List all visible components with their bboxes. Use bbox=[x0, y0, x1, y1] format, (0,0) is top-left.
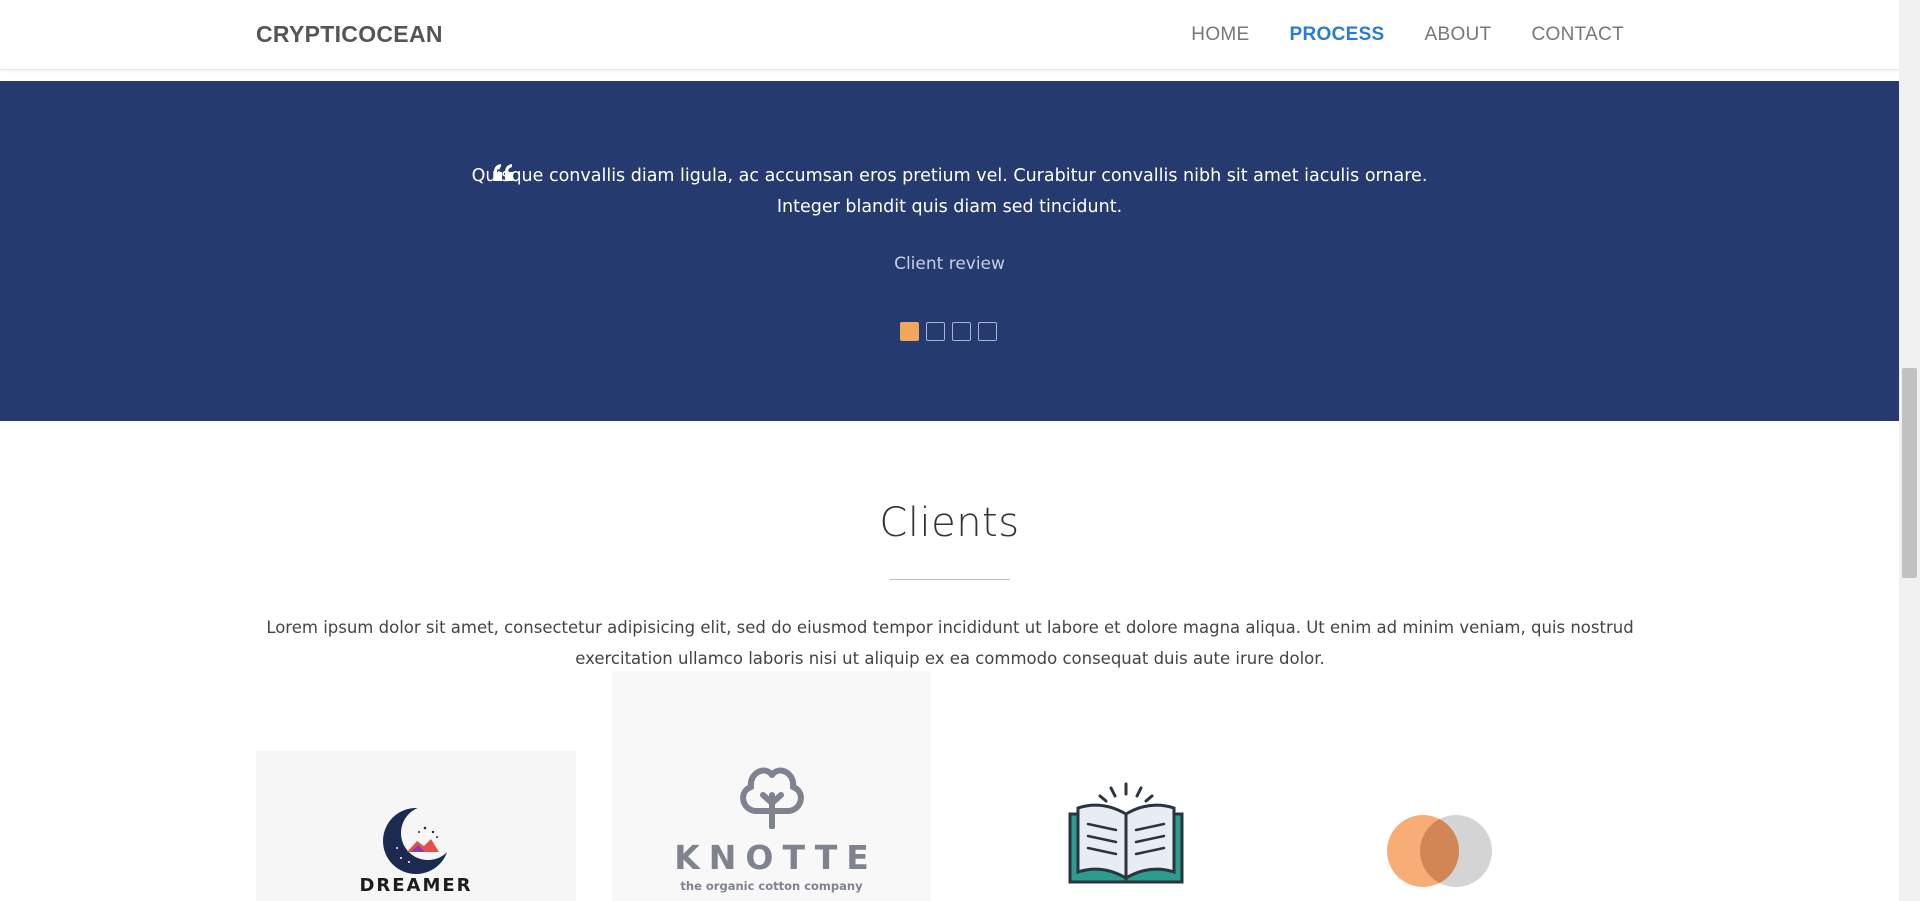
testimonial-section: Quisque convallis diam ligula, ac accums… bbox=[0, 81, 1899, 421]
nav-link-about[interactable]: ABOUT bbox=[1425, 24, 1492, 46]
clients-description-line-2: exercitation ullamco laboris nisi ut ali… bbox=[575, 649, 1325, 668]
client-logo-knotte[interactable]: KNOTTE the organic cotton company bbox=[612, 671, 931, 901]
clients-description-line-1: Lorem ipsum dolor sit amet, consectetur … bbox=[266, 618, 1634, 637]
nav-link-process[interactable]: PROCESS bbox=[1290, 24, 1385, 46]
clients-title: Clients bbox=[879, 500, 1020, 546]
quote-line-1: Quisque convallis diam ligula, ac accums… bbox=[471, 166, 1428, 186]
carousel-dot-2[interactable] bbox=[926, 322, 945, 341]
brand-logo[interactable]: CRYPTICOCEAN bbox=[256, 21, 443, 48]
nav-link-contact[interactable]: CONTACT bbox=[1531, 24, 1624, 46]
knotte-logo: KNOTTE the organic cotton company bbox=[612, 759, 931, 893]
testimonial-quote: Quisque convallis diam ligula, ac accums… bbox=[0, 161, 1899, 223]
quote-line-2: Integer blandit quis diam sed tincidunt. bbox=[776, 197, 1123, 217]
carousel-dot-4[interactable] bbox=[978, 322, 997, 341]
carousel-dot-1[interactable] bbox=[900, 322, 919, 341]
dreamer-name: DREAMER bbox=[359, 875, 473, 896]
knotte-tagline: the organic cotton company bbox=[680, 879, 863, 893]
nav-menu: HOME PROCESS ABOUT CONTACT bbox=[1191, 24, 1624, 46]
client-logo-circles[interactable] bbox=[1386, 814, 1496, 895]
navbar: CRYPTICOCEAN HOME PROCESS ABOUT CONTACT bbox=[0, 0, 1899, 70]
cotton-icon bbox=[739, 767, 804, 830]
open-book-icon bbox=[1068, 782, 1184, 884]
clients-description: Lorem ipsum dolor sit amet, consectetur … bbox=[256, 612, 1644, 674]
carousel-indicators bbox=[900, 322, 997, 341]
vertical-scrollbar[interactable] bbox=[1899, 0, 1920, 901]
title-divider bbox=[890, 579, 1010, 580]
knotte-name: KNOTTE bbox=[674, 838, 878, 877]
client-logo-dreamer[interactable]: DREAMER bbox=[256, 751, 576, 901]
moon-mountain-icon bbox=[383, 806, 455, 874]
page: CRYPTICOCEAN HOME PROCESS ABOUT CONTACT … bbox=[0, 0, 1899, 901]
scrollbar-thumb[interactable] bbox=[1902, 368, 1917, 578]
nav-link-home[interactable]: HOME bbox=[1191, 24, 1249, 46]
client-logo-book[interactable] bbox=[1066, 782, 1186, 901]
carousel-dot-3[interactable] bbox=[952, 322, 971, 341]
testimonial-author: Client review bbox=[894, 254, 1005, 274]
overlapping-circles-icon bbox=[1387, 815, 1492, 887]
dreamer-logo: DREAMER bbox=[256, 806, 576, 896]
